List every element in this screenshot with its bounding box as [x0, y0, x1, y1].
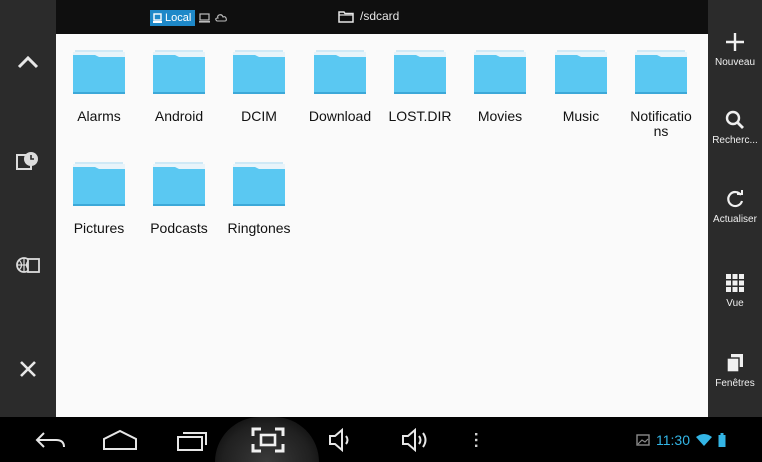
volume-down-button[interactable]: [324, 417, 360, 462]
folder-item[interactable]: Alarms: [61, 46, 137, 124]
tab-local[interactable]: Local: [150, 10, 196, 26]
refresh-button[interactable]: Actualiser: [708, 186, 762, 225]
tab-network[interactable]: [199, 13, 211, 23]
home-button[interactable]: [97, 417, 143, 462]
history-button[interactable]: [0, 146, 56, 176]
folder-name: Ringtones: [227, 220, 291, 236]
folder-icon: [555, 50, 607, 94]
search-button[interactable]: Recherc...: [708, 107, 762, 146]
wifi-icon: [696, 433, 712, 446]
close-button[interactable]: [0, 354, 56, 384]
scroll-up-button[interactable]: [0, 46, 56, 78]
folder-name: LOST.DIR: [388, 108, 452, 124]
windows-label: Fenêtres: [715, 378, 755, 389]
volume-up-button[interactable]: [398, 417, 438, 462]
menu-button[interactable]: [468, 417, 484, 462]
left-rail: [0, 0, 56, 417]
folder-item[interactable]: Download: [302, 46, 378, 124]
clock: 11:30: [656, 431, 690, 448]
folder-name: DCIM: [241, 108, 277, 124]
search-icon: [725, 110, 744, 129]
current-path: /sdcard: [360, 9, 400, 23]
folder-icon: [153, 162, 205, 206]
back-button[interactable]: [30, 417, 70, 462]
folder-item[interactable]: Notificatio ns: [623, 46, 699, 139]
refresh-label: Actualiser: [713, 214, 757, 225]
folder-icon: [635, 50, 687, 94]
windows-button[interactable]: Fenêtres: [708, 350, 762, 389]
storage-tabs: Local: [150, 10, 228, 26]
breadcrumb[interactable]: /sdcard: [338, 9, 399, 23]
status-bar: 11:30: [636, 417, 762, 462]
device-icon: [153, 13, 162, 23]
new-button[interactable]: Nouveau: [708, 29, 762, 68]
recent-apps-icon: [177, 431, 207, 451]
tab-cloud[interactable]: [215, 13, 228, 23]
folder-name: Movies: [477, 108, 523, 124]
image-notification-icon: [636, 433, 650, 446]
tab-local-label: Local: [165, 12, 192, 24]
search-label: Recherc...: [712, 135, 758, 146]
folder-item[interactable]: Pictures: [61, 158, 137, 236]
view-button[interactable]: Vue: [708, 270, 762, 309]
recent-apps-button[interactable]: [170, 417, 216, 462]
screenshot-button[interactable]: [245, 417, 291, 462]
home-icon: [103, 429, 137, 450]
folder-icon: [394, 50, 446, 94]
folder-icon: [233, 50, 285, 94]
menu-icon: [475, 432, 478, 447]
cloud-icon: [215, 14, 228, 22]
folder-icon: [233, 162, 285, 206]
storage-icon: [16, 257, 40, 273]
view-label: Vue: [726, 298, 744, 309]
back-icon: [35, 431, 65, 448]
folder-icon: [73, 162, 125, 206]
folder-icon: [73, 50, 125, 94]
screenshot-icon: [251, 427, 285, 452]
folder-item[interactable]: Podcasts: [141, 158, 217, 236]
folder-item[interactable]: DCIM: [221, 46, 297, 124]
history-icon: [16, 152, 38, 170]
battery-icon: [718, 432, 726, 447]
plus-icon: [726, 33, 744, 51]
close-icon: [20, 361, 36, 377]
grid-view-icon: [726, 274, 744, 292]
folder-item[interactable]: Music: [543, 46, 619, 124]
folder-name: Podcasts: [150, 220, 208, 236]
volume-down-icon: [329, 427, 349, 452]
folder-name: Download: [308, 108, 372, 124]
folder-item[interactable]: LOST.DIR: [382, 46, 458, 124]
top-bar: Local /sdcard: [56, 0, 708, 34]
new-label: Nouveau: [714, 57, 756, 68]
chevron-up-icon: [17, 55, 39, 69]
folder-name: Music: [562, 108, 600, 124]
network-icon: [199, 13, 211, 23]
refresh-icon: [727, 190, 744, 208]
folder-item[interactable]: Android: [141, 46, 217, 124]
folder-name: Notificatio ns: [630, 108, 692, 139]
volume-up-icon: [402, 427, 427, 452]
folder-item[interactable]: Ringtones: [221, 158, 297, 236]
folder-icon: [314, 50, 366, 94]
folder-name: Alarms: [77, 108, 121, 124]
folder-name: Android: [154, 108, 204, 124]
folder-icon: [474, 50, 526, 94]
folder-icon: [153, 50, 205, 94]
storage-button[interactable]: [0, 250, 56, 280]
windows-icon: [726, 354, 743, 373]
folder-name: Pictures: [73, 220, 125, 236]
folder-item[interactable]: Movies: [462, 46, 538, 124]
folder-outline-icon: [338, 10, 354, 23]
